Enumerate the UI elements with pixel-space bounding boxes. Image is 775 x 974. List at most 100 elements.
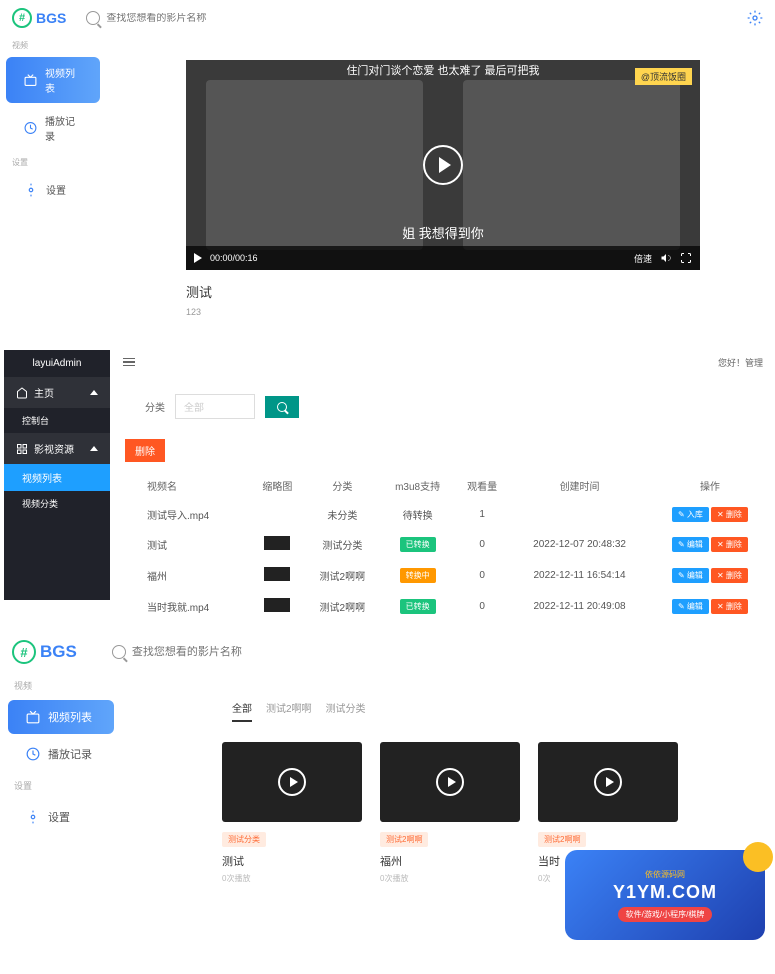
admin-menu-video[interactable]: 影视资源 xyxy=(4,433,110,464)
search-icon xyxy=(86,11,100,25)
cell-ops: ✎ 编辑✕ 删除 xyxy=(651,592,769,621)
header: # BGS xyxy=(0,0,775,36)
promo-banner[interactable]: 依依源码网 Y1YM.COM 软件/游戏/小程序/棋牌 xyxy=(565,850,765,940)
cell-thumb xyxy=(251,530,303,559)
filter-row: 分类 全部 xyxy=(115,374,771,439)
edit-button[interactable]: ✎ 编辑 xyxy=(672,599,709,614)
tab-cat2[interactable]: 测试2啊啊 xyxy=(266,700,312,715)
sidebar-item-label: 播放记录 xyxy=(45,113,82,143)
cell-created: 2022-12-07 20:48:32 xyxy=(510,530,649,559)
card-title: 福州 xyxy=(380,853,520,869)
sidebar-item-videolist[interactable]: 视频列表 xyxy=(6,57,100,103)
video-area: 住门对门谈个恋爱 也太难了 最后可把我 @顶流饭圈 姐 我想得到你 00:00/… xyxy=(186,60,700,317)
sidebar-item-videolist[interactable]: 视频列表 xyxy=(8,700,114,734)
tab-all[interactable]: 全部 xyxy=(232,700,252,715)
sidebar-item-label: 设置 xyxy=(46,182,66,197)
gear-icon xyxy=(26,810,40,824)
edit-button[interactable]: ✎ 编辑 xyxy=(672,537,709,552)
volume-icon[interactable] xyxy=(660,252,672,264)
clock-icon xyxy=(24,121,37,135)
cell-views: 0 xyxy=(456,592,508,621)
clock-icon xyxy=(26,747,40,761)
cell-ops: ✎ 编辑✕ 删除 xyxy=(651,561,769,590)
admin-sidebar: layuiAdmin 主页 控制台 影视资源 视频列表 视频分类 xyxy=(4,350,110,600)
admin-menu-videolist[interactable]: 视频列表 xyxy=(4,464,110,491)
cell-name: 福州 xyxy=(117,561,249,590)
admin-content: 您好！管理 分类 全部 删除 视频名 缩略图 分类 m3u8支持 观看量 创建时… xyxy=(115,350,771,623)
search-input[interactable] xyxy=(132,646,282,658)
status-badge: 已转换 xyxy=(400,537,436,552)
delete-button[interactable]: ✕ 删除 xyxy=(711,568,748,583)
video-time: 00:00/00:16 xyxy=(210,253,258,263)
video-caption-top: 住门对门谈个恋爱 也太难了 最后可把我 xyxy=(346,62,539,78)
logo[interactable]: # BGS xyxy=(12,8,66,28)
header: # BGS xyxy=(0,630,775,674)
sidebar: 视频 视频列表 播放记录 设置 设置 xyxy=(0,674,122,974)
cell-views: 0 xyxy=(456,530,508,559)
sidebar-item-label: 设置 xyxy=(48,809,70,825)
card-tag: 测试分类 xyxy=(222,832,266,847)
video-title: 测试 xyxy=(186,282,700,301)
play-icon xyxy=(278,768,306,796)
search-button[interactable] xyxy=(265,396,299,418)
cell-thumb xyxy=(251,592,303,621)
card-meta: 0次播放 xyxy=(380,873,520,884)
delete-button[interactable]: ✕ 删除 xyxy=(711,599,748,614)
section-label-settings: 设置 xyxy=(0,153,106,172)
logo-icon: # xyxy=(12,640,36,664)
menu-icon[interactable] xyxy=(123,358,135,367)
search-icon xyxy=(112,645,126,659)
edit-button[interactable]: ✎ 入库 xyxy=(672,507,709,522)
cell-name: 当时我就.mp4 xyxy=(117,592,249,621)
status-badge: 已转换 xyxy=(400,599,436,614)
promo-main: Y1YM.COM xyxy=(613,882,717,903)
cell-m3u8: 已转换 xyxy=(381,530,454,559)
admin-menu-console[interactable]: 控制台 xyxy=(4,408,110,433)
video-controls: 00:00/00:16 倍速 xyxy=(186,246,700,270)
play-button[interactable] xyxy=(194,253,202,263)
sidebar-item-history[interactable]: 播放记录 xyxy=(8,737,114,771)
speed-button[interactable]: 倍速 xyxy=(634,252,652,265)
video-player[interactable]: 住门对门谈个恋爱 也太难了 最后可把我 @顶流饭圈 姐 我想得到你 00:00/… xyxy=(186,60,700,270)
admin-brand: layuiAdmin xyxy=(4,350,110,377)
section-label-settings: 设置 xyxy=(0,774,122,797)
sidebar-item-history[interactable]: 播放记录 xyxy=(6,105,100,151)
delete-button[interactable]: ✕ 删除 xyxy=(711,507,748,522)
cell-name: 测试导入.mp4 xyxy=(117,501,249,528)
th-ops: 操作 xyxy=(651,472,769,499)
table-row: 当时我就.mp4测试2啊啊已转换02022-12-11 20:49:08✎ 编辑… xyxy=(117,592,769,621)
table-row: 福州测试2啊啊转换中02022-12-11 16:54:14✎ 编辑✕ 删除 xyxy=(117,561,769,590)
play-overlay-icon[interactable] xyxy=(423,145,463,185)
sidebar-item-settings[interactable]: 设置 xyxy=(8,800,114,834)
delete-button[interactable]: 删除 xyxy=(125,439,165,462)
th-m3u8: m3u8支持 xyxy=(381,472,454,499)
thumbnail xyxy=(264,536,290,550)
admin-menu-videocat[interactable]: 视频分类 xyxy=(4,491,110,516)
edit-button[interactable]: ✎ 编辑 xyxy=(672,568,709,583)
cell-ops: ✎ 入库✕ 删除 xyxy=(651,501,769,528)
admin-header: 您好！管理 xyxy=(115,350,771,374)
search-input[interactable] xyxy=(106,13,256,24)
cell-m3u8: 待转换 xyxy=(381,501,454,528)
cell-created: 2022-12-11 20:49:08 xyxy=(510,592,649,621)
table-row: 测试测试分类已转换02022-12-07 20:48:32✎ 编辑✕ 删除 xyxy=(117,530,769,559)
cell-created: 2022-12-11 16:54:14 xyxy=(510,561,649,590)
tabs: 全部 测试2啊啊 测试分类 xyxy=(232,700,366,715)
delete-button[interactable]: ✕ 删除 xyxy=(711,537,748,552)
th-thumb: 缩略图 xyxy=(251,472,303,499)
cell-m3u8: 转换中 xyxy=(381,561,454,590)
sidebar-item-settings[interactable]: 设置 xyxy=(6,174,100,205)
admin-menu-home[interactable]: 主页 xyxy=(4,377,110,408)
card-thumbnail xyxy=(380,742,520,822)
cell-name: 测试 xyxy=(117,530,249,559)
tab-underline xyxy=(232,720,252,722)
video-card[interactable]: 测试分类测试0次播放 xyxy=(222,742,362,884)
card-tag: 测试2啊啊 xyxy=(380,832,428,847)
fullscreen-icon[interactable] xyxy=(680,252,692,264)
video-card[interactable]: 测试2啊啊福州 0次播放 xyxy=(380,742,520,884)
tab-cat3[interactable]: 测试分类 xyxy=(326,700,366,715)
grid-icon xyxy=(16,443,28,455)
filter-select[interactable]: 全部 xyxy=(175,394,255,419)
logo[interactable]: # BGS xyxy=(12,640,77,664)
gear-icon[interactable] xyxy=(747,10,763,26)
